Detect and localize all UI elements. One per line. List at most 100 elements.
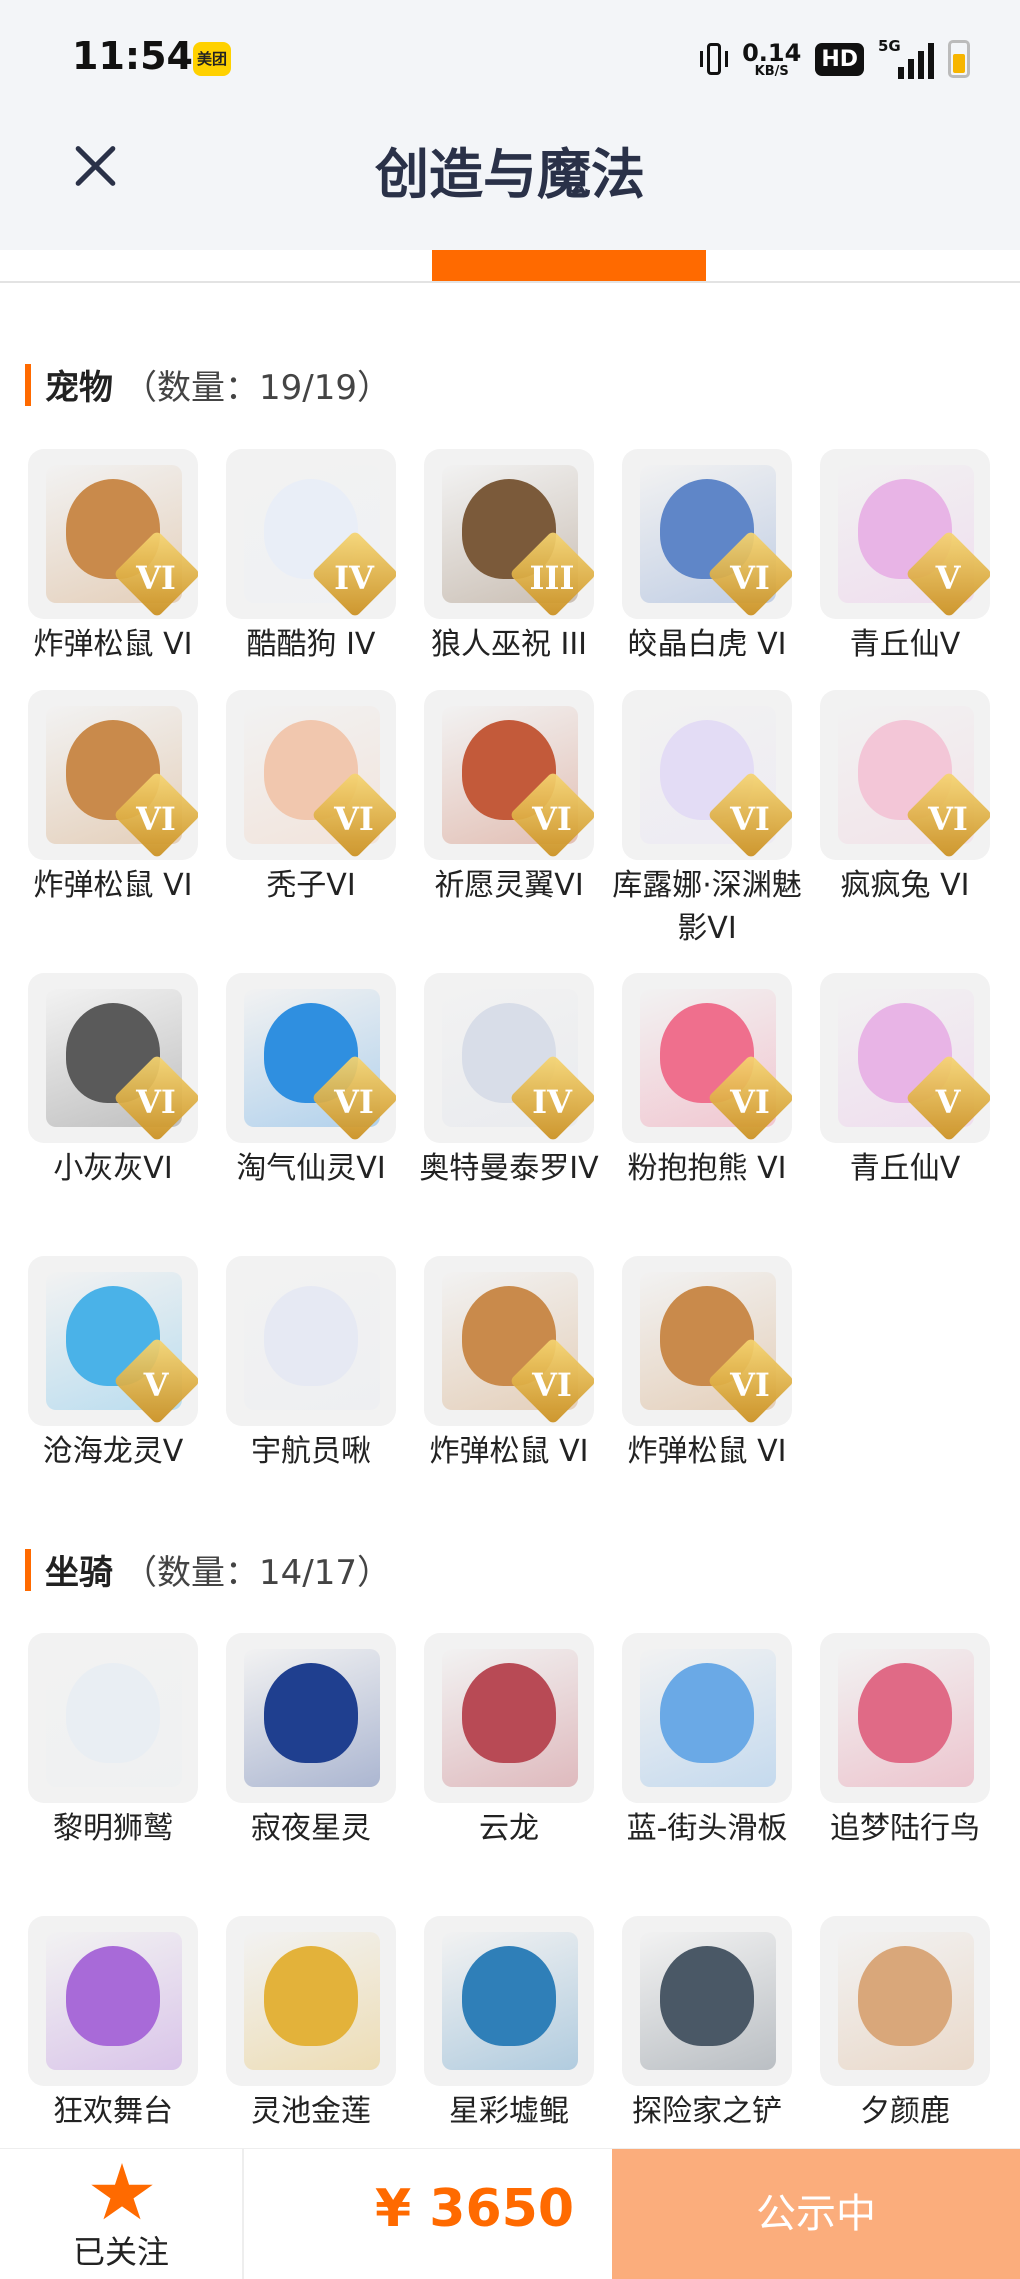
item-label: 淘气仙灵VI bbox=[236, 1151, 386, 1186]
section-title: 坐骑 bbox=[45, 1553, 113, 1593]
item-thumbnail: III bbox=[424, 449, 594, 619]
item-thumbnail bbox=[28, 1633, 198, 1803]
item-thumbnail: VI bbox=[622, 690, 792, 860]
section-count: （数量：19/19） bbox=[123, 368, 391, 408]
item-label: 炸弹松鼠 VI bbox=[429, 1434, 589, 1469]
item-label: 探险家之铲 bbox=[632, 2094, 782, 2129]
item-thumbnail: VI bbox=[820, 690, 990, 860]
item-thumbnail: VI bbox=[424, 690, 594, 860]
meituan-app-icon: 美团 bbox=[193, 42, 231, 76]
item-figure bbox=[660, 1946, 754, 2046]
item-thumbnail bbox=[820, 1916, 990, 2086]
item-figure bbox=[264, 1663, 358, 1763]
item-thumbnail: VI bbox=[424, 1256, 594, 1426]
item-thumbnail: IV bbox=[226, 449, 396, 619]
item-label: 追梦陆行鸟 bbox=[830, 1811, 980, 1846]
item-label: 库露娜·深渊魅影VI bbox=[612, 868, 802, 946]
price: ¥ 3650 bbox=[375, 2179, 575, 2239]
item-label: 寂夜星灵 bbox=[251, 1811, 371, 1846]
item-label: 疯疯兔 VI bbox=[840, 868, 970, 903]
tier-badge-text: VI bbox=[730, 800, 770, 838]
item-thumbnail bbox=[424, 1916, 594, 2086]
tier-badge-text: VI bbox=[730, 1366, 770, 1404]
item-thumbnail bbox=[622, 1633, 792, 1803]
item-figure bbox=[264, 1286, 358, 1386]
section-header-mounts: 坐骑 （数量：14/17） bbox=[25, 1545, 391, 1594]
item-thumbnail: VI bbox=[622, 449, 792, 619]
item-label: 黎明狮鹫 bbox=[53, 1811, 173, 1846]
item-label: 星彩墟鲲 bbox=[449, 2094, 569, 2129]
item-label: 青丘仙V bbox=[849, 627, 961, 662]
item-label: 狂欢舞台 bbox=[53, 2094, 173, 2129]
item-label: 粉抱抱熊 VI bbox=[627, 1151, 787, 1186]
signal-icon: 5G bbox=[878, 37, 934, 79]
item-figure bbox=[264, 1946, 358, 2046]
item-thumbnail bbox=[226, 1916, 396, 2086]
item-thumbnail: VI bbox=[622, 973, 792, 1143]
item-thumbnail: VI bbox=[622, 1256, 792, 1426]
item-figure bbox=[858, 1663, 952, 1763]
network-speed-value: 0.14 bbox=[742, 38, 802, 67]
item-figure bbox=[66, 1946, 160, 2046]
tier-badge-text: VI bbox=[334, 1083, 374, 1121]
network-speed-unit: KB/S bbox=[754, 63, 789, 79]
item-figure bbox=[660, 1663, 754, 1763]
tier-badge-text: IV bbox=[334, 559, 374, 597]
item-figure bbox=[462, 1946, 556, 2046]
tier-badge-text: VI bbox=[334, 800, 374, 838]
item-label: 炸弹松鼠 VI bbox=[33, 868, 193, 903]
page-title: 创造与魔法 bbox=[375, 143, 645, 206]
section-count: （数量：14/17） bbox=[123, 1553, 391, 1593]
item-thumbnail: VI bbox=[226, 973, 396, 1143]
tab-indicator bbox=[432, 250, 706, 281]
hd-icon: HD bbox=[815, 42, 864, 76]
follow-label: 已关注 bbox=[72, 2233, 169, 2271]
item-figure bbox=[858, 1946, 952, 2046]
item-thumbnail: VI bbox=[28, 973, 198, 1143]
follow-button[interactable]: 已关注 bbox=[0, 2149, 244, 2279]
vibrate-icon bbox=[700, 41, 729, 77]
item-thumbnail bbox=[226, 1633, 396, 1803]
item-thumbnail: V bbox=[820, 449, 990, 619]
item-thumbnail: V bbox=[28, 1256, 198, 1426]
star-icon bbox=[91, 2163, 153, 2220]
tier-badge-text: VI bbox=[136, 559, 176, 597]
tier-badge-text: V bbox=[935, 559, 961, 597]
item-thumbnail bbox=[622, 1916, 792, 2086]
item-label: 酷酷狗 IV bbox=[246, 627, 376, 662]
item-thumbnail: V bbox=[820, 973, 990, 1143]
tier-badge-text: IV bbox=[532, 1083, 572, 1121]
item-thumbnail bbox=[28, 1916, 198, 2086]
item-label: 灵池金莲 bbox=[251, 2094, 371, 2129]
item-label: 皎晶白虎 VI bbox=[627, 627, 787, 662]
tier-badge-text: V bbox=[143, 1366, 169, 1404]
network-speed: 0.14 KB/S bbox=[742, 41, 801, 78]
status-icons: 0.14 KB/S HD 5G bbox=[700, 34, 970, 84]
item-label: 小灰灰VI bbox=[53, 1151, 173, 1186]
section-accent-bar bbox=[25, 363, 31, 406]
item-thumbnail bbox=[226, 1256, 396, 1426]
tier-badge-text: VI bbox=[928, 800, 968, 838]
tier-badge-text: VI bbox=[730, 1083, 770, 1121]
item-label: 炸弹松鼠 VI bbox=[627, 1434, 787, 1469]
item-label: 炸弹松鼠 VI bbox=[33, 627, 193, 662]
status-time: 11:54 bbox=[72, 34, 193, 78]
status-button[interactable]: 公示中 bbox=[612, 2149, 1020, 2279]
item-label: 奥特曼泰罗IV bbox=[419, 1151, 599, 1186]
item-thumbnail bbox=[820, 1633, 990, 1803]
item-label: 狼人巫祝 III bbox=[430, 627, 588, 662]
item-label: 祈愿灵翼VI bbox=[434, 868, 584, 903]
tier-badge-text: III bbox=[529, 559, 575, 597]
tier-badge-text: VI bbox=[532, 800, 572, 838]
item-label: 秃子VI bbox=[266, 868, 356, 903]
item-thumbnail: VI bbox=[226, 690, 396, 860]
section-header-pets: 宠物 （数量：19/19） bbox=[25, 360, 391, 409]
section-title: 宠物 bbox=[45, 368, 113, 408]
item-thumbnail bbox=[424, 1633, 594, 1803]
item-label: 青丘仙V bbox=[849, 1151, 961, 1186]
section-accent-bar bbox=[25, 1548, 31, 1591]
item-thumbnail: IV bbox=[424, 973, 594, 1143]
item-thumbnail: VI bbox=[28, 690, 198, 860]
divider bbox=[0, 281, 1020, 283]
item-figure bbox=[462, 1663, 556, 1763]
